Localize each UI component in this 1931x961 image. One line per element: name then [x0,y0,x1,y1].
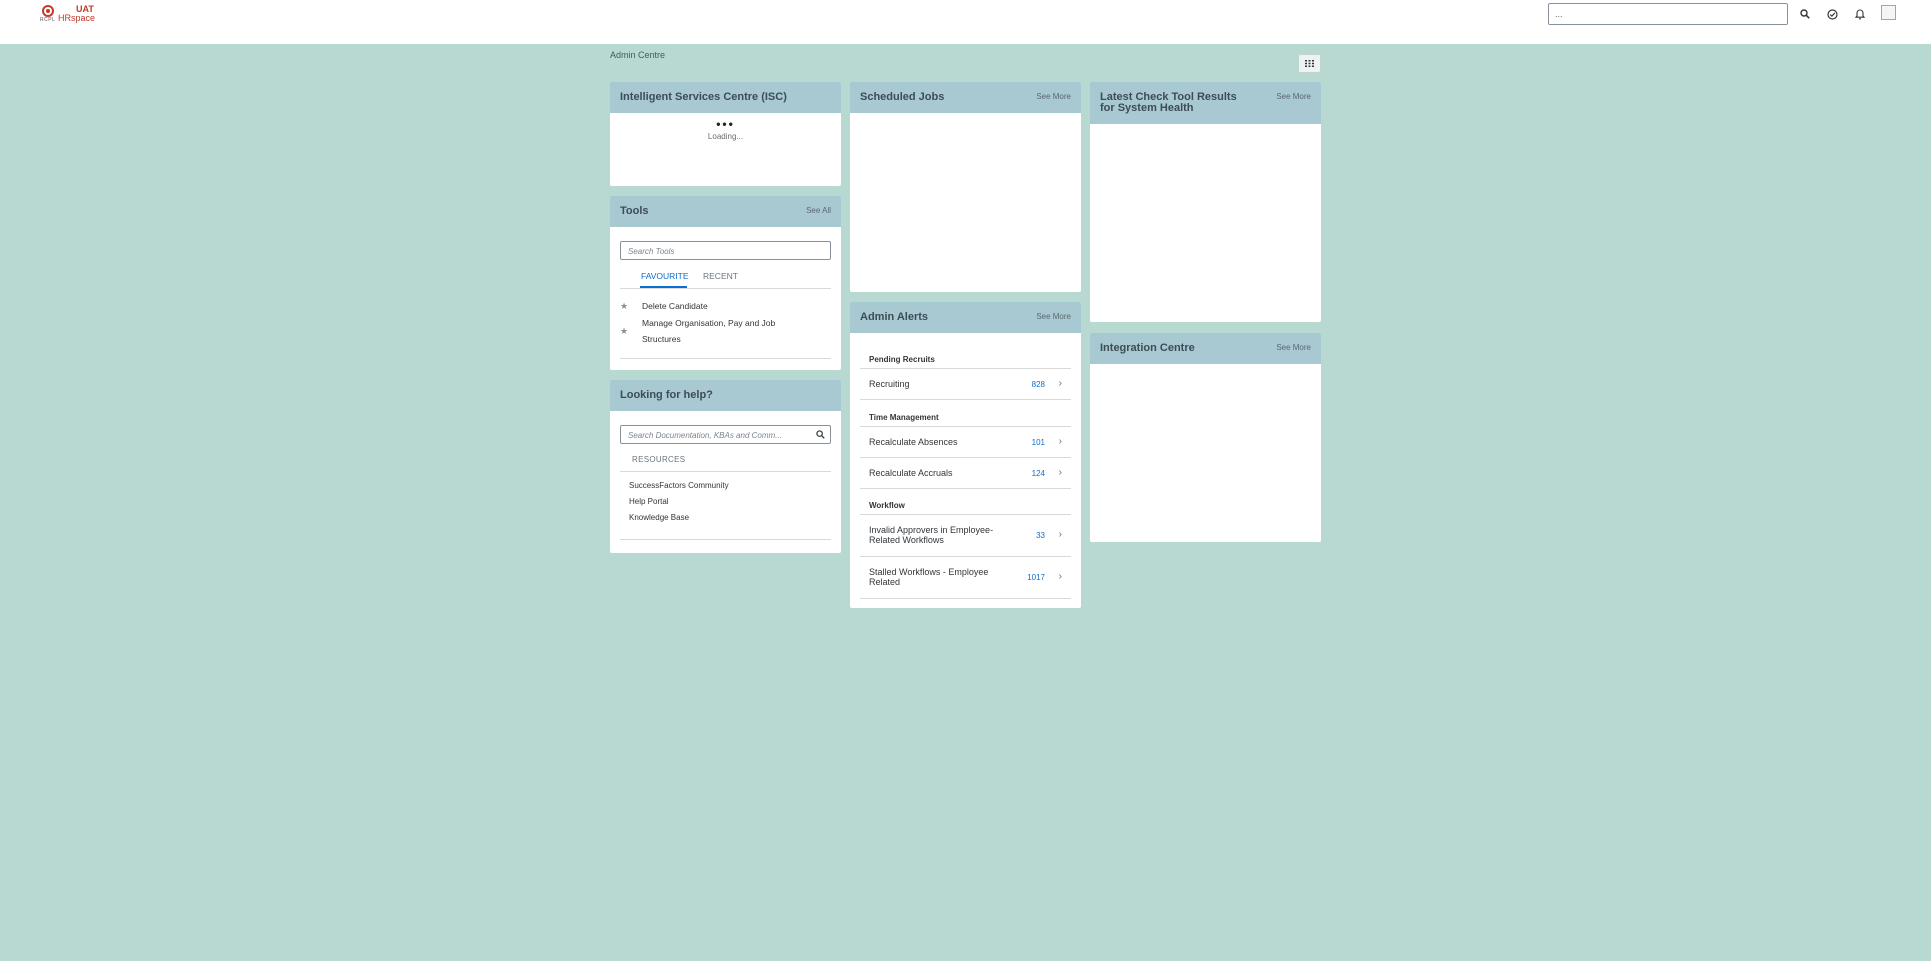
loading-dots: ••• [716,117,735,131]
help-search-input[interactable]: Search Documentation, KBAs and Comm... [620,425,831,444]
isc-card: Intelligent Services Centre (ISC) ••• Lo… [610,82,841,186]
alert-row-label: Invalid Approvers in Employee-Related Wo… [869,525,994,545]
global-search-input[interactable] [1548,3,1788,25]
alert-row-label: Recalculate Accruals [869,468,953,478]
tools-card: Tools See All Search Tools FAVOURITE REC… [610,196,841,370]
alert-divider [860,399,1071,400]
alert-row-recruiting[interactable]: Recruiting 828 › [860,369,1071,399]
alert-row-stalled-workflows[interactable]: Stalled Workflows - Employee Related 101… [860,557,1071,598]
logo-brand-text: HRspace [58,13,96,23]
breadcrumb: Admin Centre [610,50,666,60]
favourite-item-label[interactable]: Manage Organisation, Pay and Job Structu… [642,315,792,347]
integration-centre-see-more-link[interactable]: See More [1276,343,1311,352]
favourite-item[interactable]: ★ Manage Organisation, Pay and Job Struc… [620,315,820,349]
chevron-right-icon: › [1058,571,1062,582]
admin-alerts-see-more-link[interactable]: See More [1036,312,1071,321]
favourite-item[interactable]: ★ Delete Candidate [620,298,820,314]
alert-row-count: 1017 [1027,573,1045,582]
admin-alerts-header: Admin Alerts See More [850,302,1081,333]
check-tool-header: Latest Check Tool Results for System Hea… [1090,82,1321,124]
resource-link-help-portal[interactable]: Help Portal [629,497,669,506]
isc-card-header: Intelligent Services Centre (ISC) [610,82,841,113]
alert-section-title: Workflow [869,501,905,510]
alert-row-count: 101 [1031,438,1045,447]
tools-search-input[interactable]: Search Tools [620,241,831,260]
alert-row-count: 124 [1031,469,1045,478]
grid-icon [1305,60,1314,67]
integration-centre-header: Integration Centre See More [1090,333,1321,364]
scheduled-jobs-title: Scheduled Jobs [860,91,945,103]
integration-centre-card: Integration Centre See More [1090,333,1321,542]
user-avatar-icon[interactable] [1881,5,1896,20]
resource-link-community[interactable]: SuccessFactors Community [629,481,729,490]
chevron-right-icon: › [1058,378,1062,389]
scheduled-jobs-see-more-link[interactable]: See More [1036,92,1071,101]
alert-row-count: 33 [1036,531,1045,540]
resource-link-knowledge-base[interactable]: Knowledge Base [629,513,689,522]
alert-row-recalculate-accruals[interactable]: Recalculate Accruals 124 › [860,458,1071,488]
favourites-divider [620,358,831,359]
alert-divider [860,598,1071,599]
chevron-right-icon: › [1058,467,1062,478]
help-card-header: Looking for help? [610,380,841,411]
admin-alerts-title: Admin Alerts [860,311,929,323]
company-logo[interactable]: RCPL UAT HRspace [38,4,98,24]
check-tool-see-more-link[interactable]: See More [1276,92,1311,101]
logo-emblem-icon [42,5,54,17]
tabs-divider [620,288,831,289]
tab-recent[interactable]: RECENT [703,271,738,281]
resources-divider [620,471,831,472]
resources-label: RESOURCES [632,455,686,464]
tools-card-title: Tools [620,205,649,217]
help-card-title: Looking for help? [620,389,713,401]
search-icon [1800,9,1810,19]
star-icon[interactable]: ★ [620,323,628,339]
favourite-item-label[interactable]: Delete Candidate [642,298,792,314]
alert-section-title: Pending Recruits [869,355,935,364]
search-button[interactable] [1795,4,1815,24]
alert-row-label: Recalculate Absences [869,437,958,447]
check-tool-card: Latest Check Tool Results for System Hea… [1090,82,1321,322]
notifications-button[interactable] [1850,4,1870,24]
integration-centre-title: Integration Centre [1100,342,1195,354]
scheduled-jobs-header: Scheduled Jobs See More [850,82,1081,113]
alert-row-label: Recruiting [869,379,910,389]
logo-org-text: RCPL [40,17,56,23]
star-icon[interactable]: ★ [620,298,628,314]
isc-card-title: Intelligent Services Centre (ISC) [620,91,787,103]
tab-favourite[interactable]: FAVOURITE [641,271,689,281]
help-card: Looking for help? Search Documentation, … [610,380,841,553]
bell-icon [1855,8,1865,19]
approval-icon [1826,8,1838,20]
shell-header: RCPL UAT HRspace [0,0,1931,44]
alert-row-recalculate-absences[interactable]: Recalculate Absences 101 › [860,427,1071,457]
loading-text: Loading... [707,132,744,141]
check-tool-title: Latest Check Tool Results for System Hea… [1100,91,1237,114]
layout-toggle-button[interactable] [1298,54,1321,73]
scheduled-jobs-card: Scheduled Jobs See More [850,82,1081,292]
alert-row-count: 828 [1031,380,1045,389]
alert-row-label: Stalled Workflows - Employee Related [869,567,989,587]
alert-divider [860,488,1071,489]
chevron-right-icon: › [1058,529,1062,540]
tools-see-all-link[interactable]: See All [806,206,831,215]
approvals-button[interactable] [1822,4,1842,24]
alert-section-title: Time Management [869,413,939,422]
chevron-right-icon: › [1058,436,1062,447]
search-icon[interactable] [816,430,825,439]
admin-alerts-card: Admin Alerts See More Pending Recruits R… [850,302,1081,608]
tools-card-header: Tools See All [610,196,841,227]
resources-bottom-divider [620,539,831,540]
alert-row-invalid-approvers[interactable]: Invalid Approvers in Employee-Related Wo… [860,515,1071,556]
